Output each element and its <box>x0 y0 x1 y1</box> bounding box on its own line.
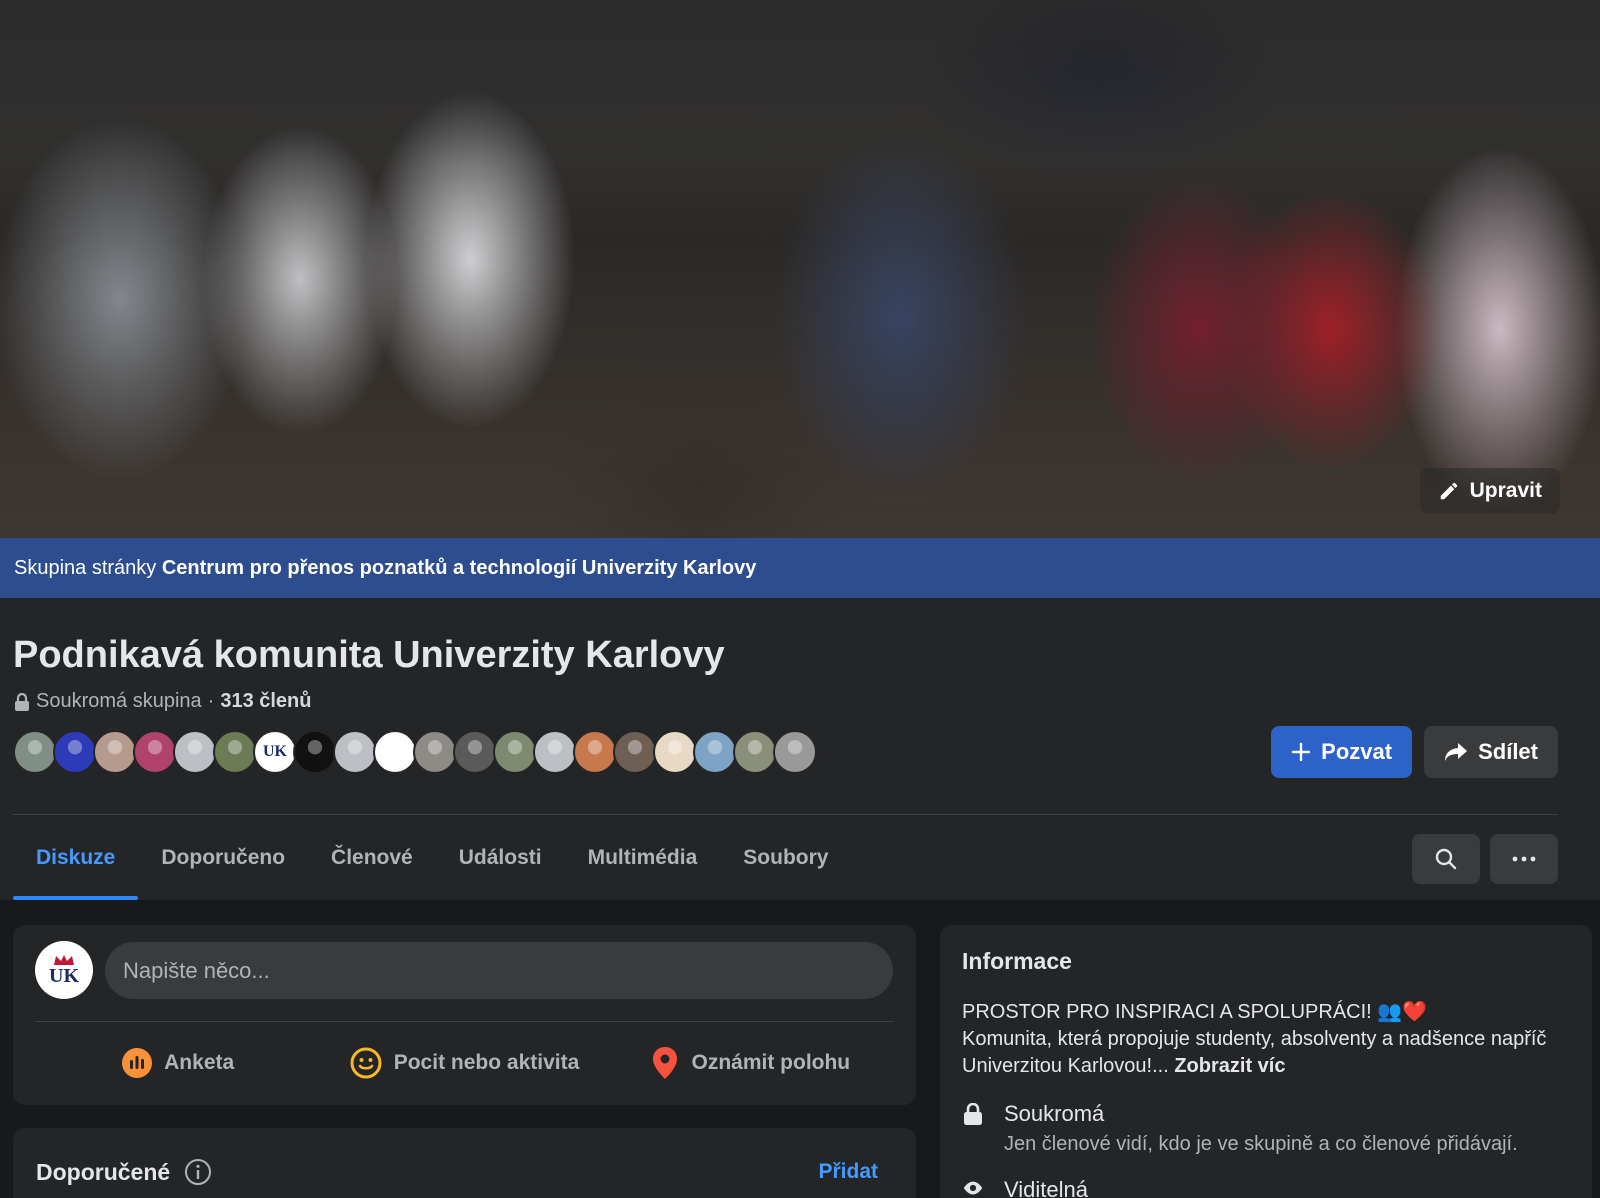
member-avatar[interactable]: UK <box>253 730 297 774</box>
post-composer: UK Anketa Pocit nebo aktivita Oznámit polo… <box>13 925 916 1105</box>
edit-cover-button[interactable]: Upravit <box>1419 468 1560 514</box>
member-avatar[interactable] <box>773 730 817 774</box>
composer-input[interactable] <box>105 942 893 999</box>
share-button[interactable]: Sdílet <box>1424 726 1558 778</box>
about-card: Informace PROSTOR PRO INSPIRACI A SPOLUP… <box>940 925 1592 1198</box>
invite-button[interactable]: Pozvat <box>1271 726 1413 778</box>
group-header: Podnikavá komunita Univerzity Karlovy So… <box>0 598 1600 900</box>
recommended-add-button[interactable]: Přidat <box>818 1160 878 1184</box>
smiley-icon <box>350 1047 382 1079</box>
composer-action-2[interactable]: Pocit nebo aktivita <box>321 1035 607 1091</box>
about-title: Informace <box>962 948 1072 974</box>
recommended-section: Doporučené Přidat <box>13 1128 916 1198</box>
member-avatar[interactable] <box>173 730 217 774</box>
member-avatar[interactable] <box>53 730 97 774</box>
location-pin-icon <box>651 1046 679 1080</box>
member-avatar[interactable] <box>733 730 777 774</box>
tab-3[interactable]: Členové <box>308 816 436 900</box>
cover-photo: Upravit <box>0 0 1600 538</box>
member-avatar[interactable] <box>653 730 697 774</box>
tab-6[interactable]: Soubory <box>720 816 851 900</box>
member-count[interactable]: 313 členů <box>220 690 311 713</box>
more-options-button[interactable] <box>1490 834 1558 884</box>
tab-tools <box>1412 834 1558 884</box>
member-avatar[interactable] <box>13 730 57 774</box>
info-icon[interactable] <box>184 1158 212 1186</box>
edit-cover-label: Upravit <box>1469 479 1542 502</box>
member-avatar[interactable] <box>373 730 417 774</box>
invite-label: Pozvat <box>1321 739 1393 764</box>
lock-icon <box>15 692 29 711</box>
composer-avatar-text: UK <box>49 965 79 987</box>
composer-action-label: Anketa <box>164 1051 235 1074</box>
tab-5[interactable]: Multimédia <box>565 816 721 900</box>
cover-shade <box>0 0 1600 538</box>
about-description: PROSTOR PRO INSPIRACI A SPOLUPRÁCI! 👥❤️ … <box>962 999 1562 1080</box>
recommended-title-row: Doporučené <box>36 1158 212 1186</box>
member-avatar[interactable] <box>613 730 657 774</box>
header-divider <box>13 814 1558 815</box>
search-icon <box>1435 848 1457 870</box>
member-avatar[interactable] <box>293 730 337 774</box>
group-title: Podnikavá komunita Univerzity Karlovy <box>13 634 725 676</box>
visibility-info-title: Viditelná <box>1004 1177 1088 1198</box>
header-actions: Pozvat Sdílet <box>1271 726 1558 778</box>
group-tabs: Diskuze Doporučeno Členové Události Multiméd… <box>13 816 851 900</box>
visibility-info-row: Viditelná <box>962 1177 1088 1198</box>
composer-action-3[interactable]: Oznámit polohu <box>608 1035 894 1091</box>
member-avatar[interactable] <box>573 730 617 774</box>
member-avatar[interactable] <box>693 730 737 774</box>
tab-2[interactable]: Doporučeno <box>138 816 308 900</box>
avatar-badge-text: UK <box>263 743 287 760</box>
privacy-info-desc: Jen členové vidí, kdo je ve skupině a co… <box>1004 1133 1518 1155</box>
meta-separator: · <box>207 690 215 712</box>
poll-icon <box>122 1048 153 1078</box>
page-group-banner: Skupina stránky Centrum pro přenos pozna… <box>0 538 1600 598</box>
search-button[interactable] <box>1412 834 1480 884</box>
privacy-info-row: Soukromá Jen členové vidí, kdo je ve sku… <box>962 1101 1518 1156</box>
member-avatar[interactable] <box>93 730 137 774</box>
privacy-label: Soukromá skupina <box>36 690 202 712</box>
member-avatar[interactable] <box>213 730 257 774</box>
member-avatar[interactable] <box>493 730 537 774</box>
group-meta: Soukromá skupina · 313 členů <box>14 690 312 713</box>
composer-action-label: Pocit nebo aktivita <box>393 1051 580 1074</box>
member-avatars[interactable]: UK <box>13 730 817 774</box>
show-more-link[interactable]: Zobrazit víc <box>1174 1055 1285 1077</box>
composer-action-1[interactable]: Anketa <box>35 1035 321 1091</box>
pencil-icon <box>1440 482 1457 500</box>
composer-actions: Anketa Pocit nebo aktivita Oznámit polohu <box>35 1035 894 1091</box>
member-avatar[interactable] <box>533 730 577 774</box>
member-avatar[interactable] <box>333 730 377 774</box>
plus-icon <box>1291 742 1311 762</box>
more-dots-icon <box>1512 856 1536 862</box>
member-avatar[interactable] <box>453 730 497 774</box>
share-label: Sdílet <box>1478 739 1538 764</box>
composer-avatar[interactable]: UK <box>35 941 93 999</box>
recommended-title: Doporučené <box>36 1158 171 1185</box>
composer-action-label: Oznámit polohu <box>691 1051 851 1074</box>
member-avatar[interactable] <box>413 730 457 774</box>
banner-prefix: Skupina stránky <box>14 556 157 579</box>
member-avatar[interactable] <box>133 730 177 774</box>
privacy-info-title: Soukromá <box>1004 1101 1105 1126</box>
tab-1[interactable]: Diskuze <box>13 816 139 900</box>
lock-icon <box>964 1103 982 1125</box>
share-arrow-icon <box>1445 743 1468 761</box>
banner-page-link[interactable]: Centrum pro přenos poznatků a technologi… <box>162 557 757 580</box>
composer-divider <box>35 1021 894 1022</box>
eye-icon <box>963 1181 983 1195</box>
about-desc-line1: PROSTOR PRO INSPIRACI A SPOLUPRÁCI! 👥❤️ <box>962 1001 1428 1023</box>
tab-4[interactable]: Události <box>436 816 565 900</box>
